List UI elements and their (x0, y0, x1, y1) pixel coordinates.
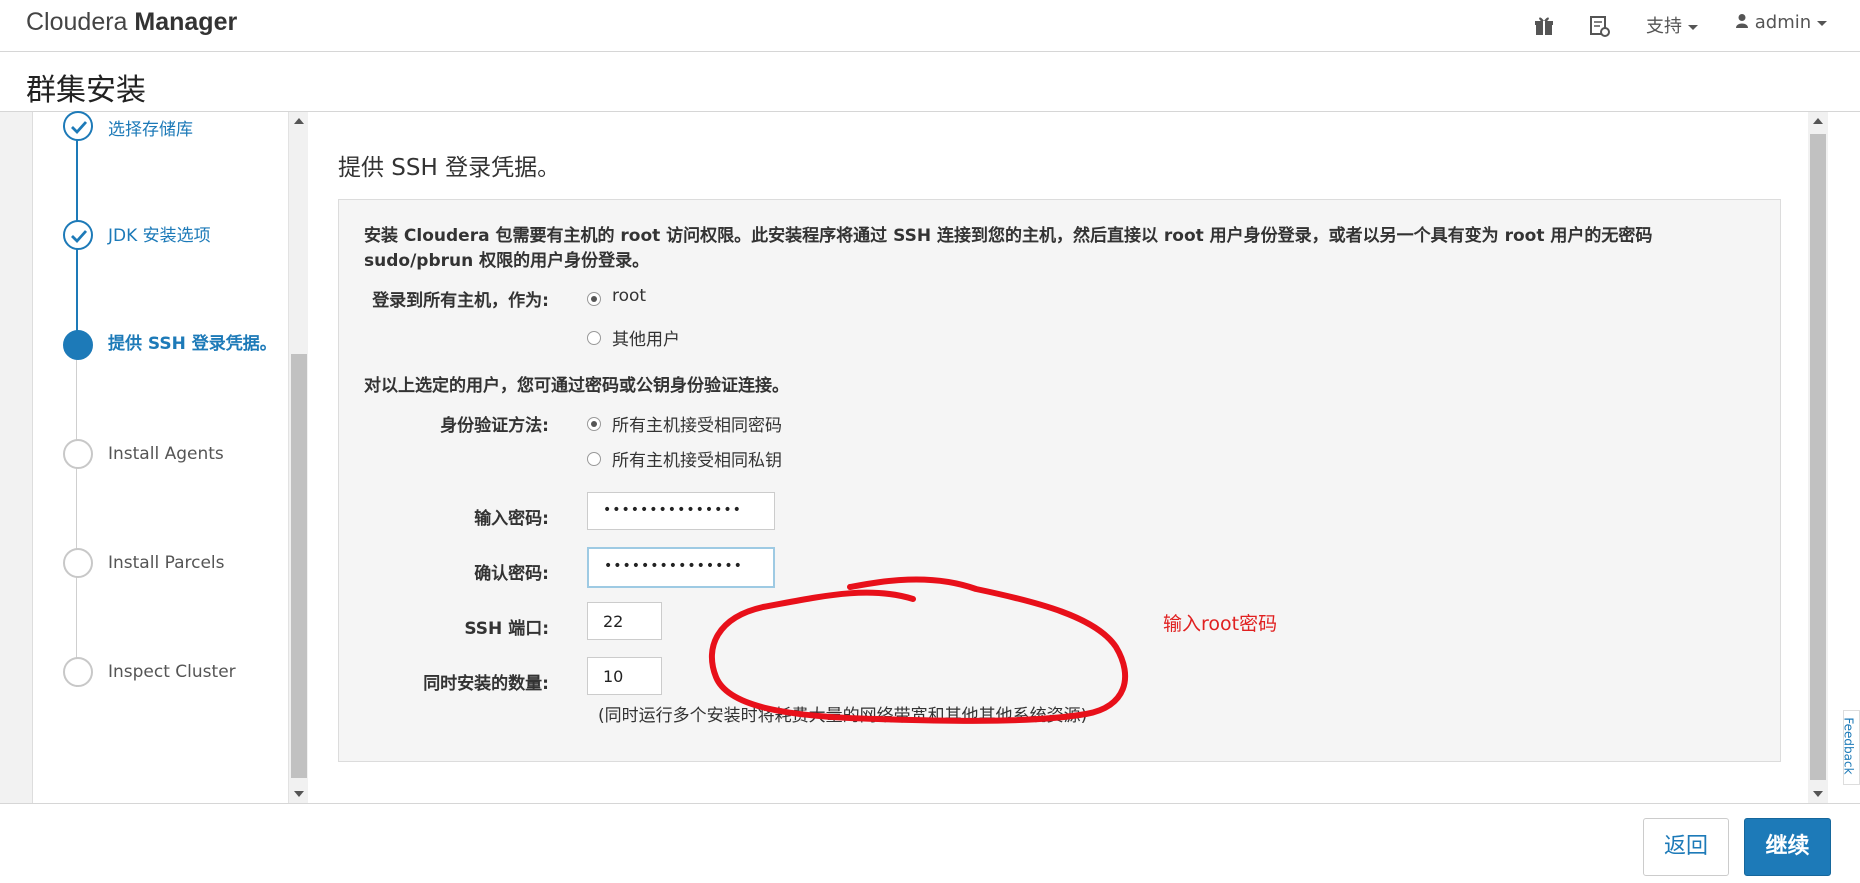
sidebar-scrollbar[interactable] (288, 112, 308, 803)
support-menu[interactable]: 支持 (1646, 12, 1698, 38)
step-label: Inspect Cluster (108, 662, 236, 682)
step-label: 提供 SSH 登录凭据。 (108, 334, 277, 354)
concurrent-installs-input[interactable]: 10 (587, 657, 662, 695)
radio-root-label[interactable]: root (612, 286, 646, 306)
radio-other-user-label[interactable]: 其他用户 (612, 325, 680, 350)
main-scrollbar[interactable] (1808, 112, 1828, 803)
description-text: 安装 Cloudera 包需要有主机的 root 访问权限。此安装程序将通过 S… (364, 226, 1653, 271)
chevron-down-icon (1817, 20, 1828, 26)
pending-step-icon (63, 548, 93, 578)
auth-note: 对以上选定的用户，您可通过密码或公钥身份验证连接。 (364, 376, 789, 396)
brand-logo[interactable]: Cloudera Manager (26, 8, 237, 37)
feedback-label: Feedback (1841, 717, 1856, 775)
page-header: 群集安装 (0, 52, 1860, 112)
step-label: Install Agents (108, 444, 224, 464)
continue-button[interactable]: 继续 (1744, 818, 1831, 876)
radio-other-user[interactable] (587, 331, 601, 345)
pending-step-icon (63, 439, 93, 469)
ssh-port-input[interactable]: 22 (587, 602, 662, 640)
scroll-up-icon[interactable] (294, 118, 304, 124)
support-label: 支持 (1646, 16, 1682, 37)
radio-same-password-label[interactable]: 所有主机接受相同密码 (612, 411, 782, 436)
login-as-label: 登录到所有主机，作为: (372, 291, 549, 311)
scroll-down-icon[interactable] (1813, 791, 1823, 797)
scroll-down-icon[interactable] (294, 791, 304, 797)
user-icon (1736, 14, 1748, 28)
top-navbar: Cloudera Manager 支持 admin (0, 0, 1860, 52)
current-step-icon (63, 330, 93, 360)
brand-text-bold: Manager (134, 8, 238, 36)
password-label: 输入密码: (474, 509, 549, 529)
annotation-circle (709, 576, 1129, 724)
step-label: Install Parcels (108, 553, 225, 573)
check-icon (63, 220, 93, 250)
confirm-password-label: 确认密码: (474, 564, 549, 584)
section-title: 提供 SSH 登录凭据。 (338, 155, 561, 181)
cloudera-installer-window: Cloudera Manager 支持 admin 群集安装 选择存储库 JDK… (0, 0, 1860, 883)
radio-same-private-key[interactable] (587, 452, 601, 466)
auth-method-label: 身份验证方法: (440, 416, 549, 436)
user-menu[interactable]: admin (1735, 12, 1828, 33)
radio-same-private-key-label[interactable]: 所有主机接受相同私钥 (612, 446, 782, 471)
main-content: 提供 SSH 登录凭据。 安装 Cloudera 包需要有主机的 root 访问… (308, 112, 1808, 803)
notes-icon[interactable] (1588, 15, 1610, 37)
scrollbar-thumb[interactable] (1810, 134, 1826, 780)
radio-root[interactable] (587, 292, 601, 306)
feedback-tab[interactable]: Feedback (1841, 710, 1860, 785)
left-gutter (0, 112, 33, 803)
footer: 返回 继续 (0, 803, 1860, 883)
step-label: JDK 安装选项 (108, 226, 211, 246)
check-icon (63, 111, 93, 141)
radio-same-password[interactable] (587, 417, 601, 431)
back-button[interactable]: 返回 (1643, 818, 1729, 876)
scroll-up-icon[interactable] (1813, 118, 1823, 124)
user-label: admin (1754, 12, 1812, 33)
pending-step-icon (63, 657, 93, 687)
page-title: 群集安装 (26, 73, 146, 108)
concurrent-installs-label: 同时安装的数量: (423, 674, 549, 694)
wizard-steps: 选择存储库 JDK 安装选项 提供 SSH 登录凭据。 Install Agen… (33, 111, 288, 803)
step-label: 选择存储库 (108, 120, 193, 140)
ssh-port-label: SSH 端口: (464, 619, 549, 639)
gift-icon[interactable] (1533, 15, 1555, 37)
chevron-down-icon (1688, 24, 1698, 30)
brand-text: Cloudera (26, 8, 135, 36)
password-input[interactable]: ••••••••••••••• (587, 492, 775, 530)
annotation-text: 输入root密码 (1163, 613, 1278, 635)
